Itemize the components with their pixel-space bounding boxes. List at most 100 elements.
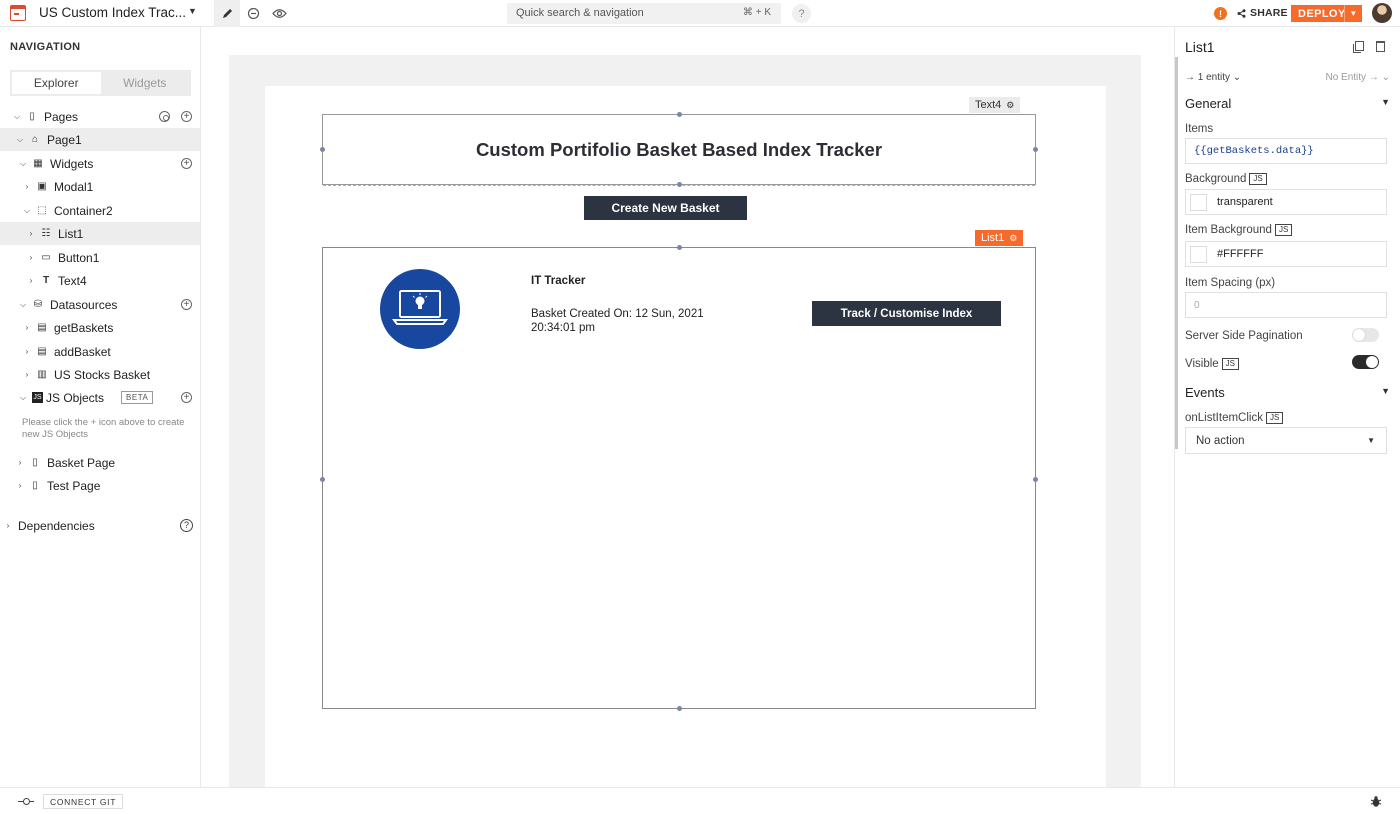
tree-item-addbasket[interactable]: › ▤ addBasket	[0, 340, 200, 363]
tree-item-text4[interactable]: › T Text4	[0, 269, 200, 292]
tree-item-datasources[interactable]: ⌵ ⛁ Datasources +	[0, 293, 200, 316]
js-toggle-badge[interactable]: JS	[1265, 412, 1284, 424]
share-button[interactable]: SHARE	[1237, 7, 1288, 19]
user-avatar[interactable]	[1372, 3, 1392, 23]
chevron-right-icon[interactable]: ›	[15, 458, 25, 467]
add-widget-icon[interactable]: +	[181, 158, 192, 169]
color-swatch[interactable]	[1190, 193, 1207, 211]
tree-item-container2[interactable]: ⌵ ⬚ Container2	[0, 199, 200, 222]
visible-toggle[interactable]	[1352, 355, 1379, 369]
resize-handle[interactable]	[1033, 477, 1038, 482]
connect-git-button[interactable]: CONNECT GIT	[43, 794, 124, 809]
items-input[interactable]: {{getBaskets.data}}	[1185, 138, 1387, 164]
chevron-right-icon[interactable]: ›	[22, 323, 32, 332]
section-events[interactable]: Events	[1185, 385, 1225, 400]
section-general[interactable]: General	[1185, 96, 1231, 111]
chevron-down-icon[interactable]: ▼	[1381, 97, 1390, 107]
text4-widget[interactable]: Custom Portifolio Basket Based Index Tra…	[322, 114, 1036, 186]
tree-item-modal1[interactable]: › ▣ Modal1	[0, 175, 200, 198]
tree-item-pages[interactable]: ⌵ ▯ Pages +	[0, 105, 200, 128]
item-background-color-input[interactable]: #FFFFFF	[1185, 241, 1387, 267]
tree-item-page1[interactable]: ⌵ ⌂ Page1	[0, 128, 200, 151]
tree-label: Container2	[54, 203, 113, 218]
preview-mode-button[interactable]	[266, 0, 292, 27]
resize-handle[interactable]	[320, 477, 325, 482]
app-title[interactable]: US Custom Index Trac...	[39, 5, 186, 20]
help-button[interactable]: ?	[792, 4, 811, 23]
bug-icon[interactable]	[1370, 795, 1382, 808]
outgoing-entity-dropdown[interactable]: No Entity → ⌄	[1325, 72, 1390, 83]
resize-handle[interactable]	[677, 245, 682, 250]
deploy-button[interactable]: DEPLOY ▼	[1291, 5, 1362, 22]
scrollbar[interactable]	[1175, 57, 1178, 449]
tree-item-button1[interactable]: › ▭ Button1	[0, 246, 200, 269]
tree-item-dependencies[interactable]: › Dependencies ?	[0, 514, 200, 537]
list1-widget[interactable]: IT Tracker Basket Created On: 12 Sun, 20…	[322, 247, 1036, 709]
chevron-down-icon[interactable]: ▼	[1381, 386, 1390, 396]
color-swatch[interactable]	[1190, 245, 1207, 263]
delete-icon[interactable]	[1376, 41, 1385, 52]
help-icon[interactable]: ?	[180, 519, 193, 532]
settings-icon[interactable]: ⚙	[1006, 100, 1014, 111]
chevron-right-icon[interactable]: ›	[22, 182, 32, 191]
item-spacing-input[interactable]: 0	[1185, 292, 1387, 318]
resize-handle[interactable]	[1033, 147, 1038, 152]
chevron-down-icon[interactable]: ⌵	[22, 206, 32, 216]
js-toggle-badge[interactable]: JS	[1274, 224, 1293, 236]
warning-icon[interactable]: !	[1214, 7, 1227, 20]
tree-item-us-stocks-basket[interactable]: › ▥ US Stocks Basket	[0, 363, 200, 386]
tree-item-widgets[interactable]: ⌵ ▦ Widgets +	[0, 152, 200, 175]
add-datasource-icon[interactable]: +	[181, 299, 192, 310]
track-customise-index-button[interactable]: Track / Customise Index	[812, 301, 1001, 326]
tree-item-test-page[interactable]: › ▯ Test Page	[0, 474, 200, 497]
add-page-icon[interactable]: +	[181, 111, 192, 122]
share-label: SHARE	[1250, 7, 1288, 19]
on-list-item-click-dropdown[interactable]: No action ▼	[1185, 427, 1387, 454]
add-js-object-icon[interactable]: +	[181, 392, 192, 403]
resize-handle[interactable]	[320, 147, 325, 152]
chevron-down-icon[interactable]: ⌵	[18, 159, 28, 169]
chevron-down-icon[interactable]: ⌵	[18, 300, 28, 310]
appsmith-logo-icon[interactable]	[10, 5, 26, 21]
api-icon: ▤	[37, 322, 47, 333]
js-toggle-badge[interactable]: JS	[1249, 173, 1267, 185]
chevron-right-icon[interactable]: ›	[26, 276, 36, 285]
tree-item-list1[interactable]: › ☷ List1	[0, 222, 200, 245]
caret-down-icon: ▼	[1367, 436, 1375, 445]
tab-explorer[interactable]: Explorer	[12, 72, 101, 94]
server-pagination-toggle[interactable]	[1352, 328, 1379, 342]
edit-mode-button[interactable]	[214, 0, 240, 27]
label-text: Visible	[1185, 358, 1219, 370]
tree-item-getbaskets[interactable]: › ▤ getBaskets	[0, 316, 200, 339]
resize-handle[interactable]	[677, 112, 682, 117]
tab-widgets[interactable]: Widgets	[101, 72, 190, 94]
chevron-right-icon[interactable]: ›	[22, 370, 32, 379]
chevron-down-icon[interactable]: ⌵	[12, 112, 22, 122]
resize-handle[interactable]	[677, 706, 682, 711]
chevron-down-icon[interactable]: ▼	[1344, 5, 1362, 22]
chevron-down-icon[interactable]: ⌵	[18, 393, 28, 403]
incoming-entity-dropdown[interactable]: → 1 entity ⌄	[1185, 72, 1241, 83]
chevron-right-icon[interactable]: ›	[22, 347, 32, 356]
copy-icon[interactable]	[1353, 41, 1364, 53]
chevron-down-icon[interactable]: ⌵	[15, 135, 25, 145]
background-color-input[interactable]: transparent	[1185, 189, 1387, 215]
tree-item-basket-page[interactable]: › ▯ Basket Page	[0, 451, 200, 474]
settings-icon[interactable]	[159, 111, 170, 122]
resize-handle[interactable]	[677, 182, 682, 187]
text4-widget-tag[interactable]: Text4 ⚙	[969, 97, 1021, 113]
chevron-right-icon[interactable]: ›	[15, 481, 25, 490]
chevron-right-icon[interactable]: ›	[26, 229, 36, 238]
quick-search-bar[interactable]: Quick search & navigation ⌘ + K	[507, 3, 781, 24]
chevron-right-icon[interactable]: ›	[3, 521, 13, 530]
comment-mode-button[interactable]	[240, 0, 266, 27]
tree-item-js-objects[interactable]: ⌵ JS JS Objects BETA +	[0, 386, 200, 409]
js-toggle-badge[interactable]: JS	[1221, 358, 1240, 370]
widget-name[interactable]: List1	[1185, 39, 1215, 55]
settings-icon[interactable]: ⚙	[1009, 233, 1017, 244]
chevron-right-icon[interactable]: ›	[26, 253, 36, 262]
list1-widget-tag[interactable]: List1 ⚙	[975, 230, 1024, 246]
items-value: {{getBaskets.data}}	[1194, 145, 1314, 157]
create-new-basket-button[interactable]: Create New Basket	[584, 196, 747, 220]
caret-down-icon[interactable]: ▼	[188, 6, 197, 16]
